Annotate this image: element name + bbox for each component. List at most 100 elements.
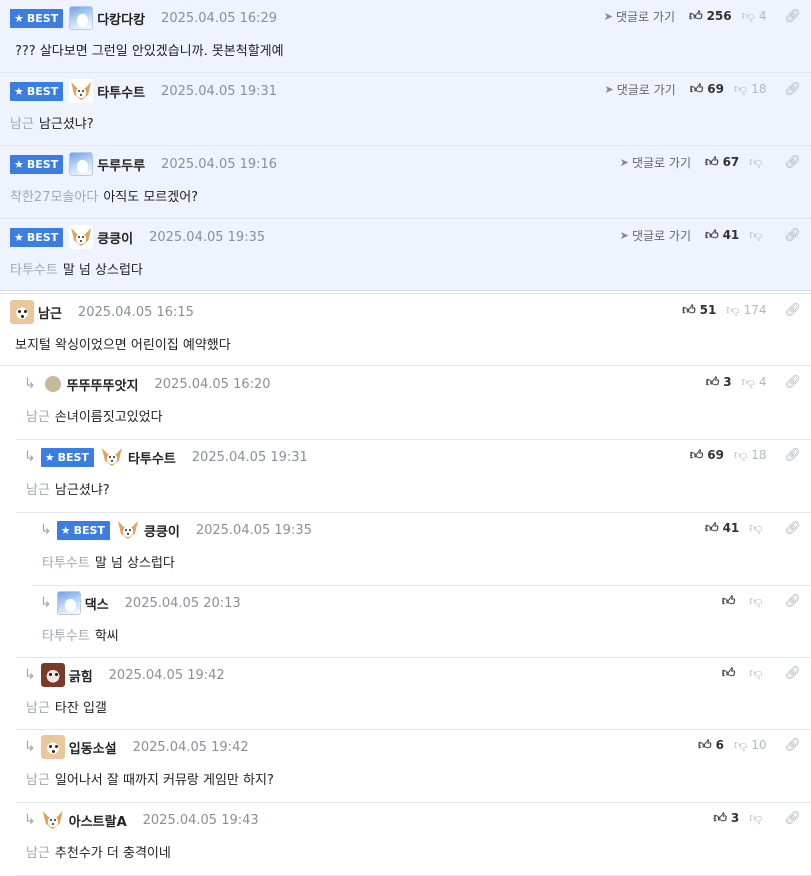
author-name[interactable]: 댁스: [85, 594, 109, 613]
author-name[interactable]: 긁힘: [69, 666, 93, 685]
mention-target[interactable]: 타투수트: [42, 629, 90, 644]
link-icon[interactable]: 🔗︎: [784, 811, 801, 826]
avatar[interactable]: [69, 79, 94, 103]
reply-arrow-icon: ↳: [24, 376, 36, 392]
goto-comment-link[interactable]: ➤ 댓글로 가기: [620, 227, 691, 244]
downvote-button[interactable]: 👎︎: [749, 522, 766, 535]
downvote-button[interactable]: 👎︎ 174: [726, 303, 766, 317]
goto-comment-link[interactable]: ➤ 댓글로 가기: [620, 154, 691, 171]
upvote-button[interactable]: 👍︎ 3: [706, 375, 732, 389]
avatar[interactable]: [69, 152, 94, 176]
mention-target[interactable]: 남근: [26, 773, 50, 788]
upvote-button[interactable]: 👍︎ 41: [705, 521, 739, 535]
author-name[interactable]: 타투수트: [97, 82, 145, 101]
thumbs-up-icon: 👍︎: [721, 593, 736, 609]
author-name[interactable]: 뚜뚜뚜뚜앗지: [67, 375, 139, 394]
author-name[interactable]: 타투수트: [128, 448, 176, 467]
downvote-button[interactable]: 👎︎ 18: [734, 82, 766, 96]
comment-header: ↳ 뚜뚜뚜뚜앗지 2025.04.05 16:20: [24, 374, 271, 394]
comment-body: 남근 일어나서 잘 때까지 커뮤랑 게임만 하지?: [26, 769, 274, 788]
downvote-button[interactable]: 👎︎ 18: [734, 448, 766, 462]
avatar[interactable]: [10, 300, 34, 324]
link-icon[interactable]: 🔗︎: [784, 448, 801, 463]
comment-body: 남근 남근셨냐?: [26, 479, 110, 498]
mention-target[interactable]: 타투수트: [10, 263, 58, 278]
upvote-button[interactable]: 👍︎ 6: [698, 738, 724, 752]
mention-target[interactable]: 남근: [26, 846, 50, 861]
star-icon: ★: [14, 11, 24, 25]
link-icon[interactable]: 🔗︎: [784, 9, 801, 24]
comment-actions: 👍︎ 6 👎︎ 10 🔗︎: [698, 737, 801, 753]
upvote-button[interactable]: 👍︎ 51: [682, 303, 716, 317]
send-arrow-icon: ➤: [619, 155, 629, 169]
downvote-button[interactable]: 👎︎: [749, 595, 766, 608]
best-badge: ★ BEST: [56, 520, 110, 540]
downvote-button[interactable]: 👎︎ 10: [734, 738, 766, 752]
mention-target[interactable]: 남근: [26, 410, 50, 425]
upvote-count: 67: [722, 155, 740, 169]
link-icon[interactable]: 🔗︎: [784, 228, 801, 243]
mention-target[interactable]: 타투수트: [42, 556, 90, 571]
upvote-count: 3: [730, 811, 740, 825]
avatar[interactable]: [69, 6, 94, 30]
comment-list: 남근 2025.04.05 16:15 👍︎ 51 👎︎ 174 🔗︎ 보지털 왁싱이었으면 …: [0, 294, 811, 876]
link-icon[interactable]: 🔗︎: [784, 666, 801, 681]
author-name[interactable]: 남근: [38, 303, 62, 322]
comment-text: 보지털 왁싱이었으면 어린이집 예약했다: [15, 338, 231, 353]
best-comment-row: ★ BEST 킁킁이 2025.04.05 19:35 ➤ 댓글로 가기 👍︎ 41 👎︎ 🔗︎ 타…: [0, 219, 811, 291]
thumbs-down-icon: 👎︎: [749, 810, 763, 826]
avatar[interactable]: [40, 735, 65, 759]
star-icon: ★: [44, 450, 55, 464]
comment-actions: ➤ 댓글로 가기 👍︎ 69 👎︎ 18 🔗︎: [604, 81, 801, 97]
downvote-count: 18: [751, 448, 767, 462]
author-name[interactable]: 킁킁이: [97, 228, 133, 247]
avatar[interactable]: [40, 663, 65, 687]
downvote-button[interactable]: 👎︎: [749, 229, 766, 242]
upvote-button[interactable]: 👍︎: [722, 595, 740, 608]
avatar[interactable]: [44, 376, 61, 392]
avatar[interactable]: [115, 518, 140, 542]
author-name[interactable]: 킁킁이: [144, 521, 180, 540]
comment-header: ↳ ★ BEST 킁킁이 2025.04.05 19:35: [40, 518, 312, 542]
author-name[interactable]: 입동소설: [69, 738, 117, 757]
mention-target[interactable]: 남근: [10, 117, 34, 132]
link-icon[interactable]: 🔗︎: [784, 155, 801, 170]
avatar[interactable]: [56, 591, 81, 615]
mention-target[interactable]: 남근: [26, 701, 50, 716]
goto-comment-label: 댓글로 가기: [631, 228, 691, 243]
author-name[interactable]: 다캉다캉: [97, 9, 145, 28]
upvote-count: 3: [723, 375, 732, 389]
comment-text: ??? 살다보면 그런일 안있겠습니까. 못본척할게예: [15, 44, 284, 59]
goto-comment-link[interactable]: ➤ 댓글로 가기: [604, 8, 675, 25]
upvote-button[interactable]: 👍︎: [722, 667, 740, 680]
downvote-button[interactable]: 👎︎ 4: [742, 375, 767, 389]
link-icon[interactable]: 🔗︎: [784, 375, 801, 390]
link-icon[interactable]: 🔗︎: [784, 303, 801, 318]
upvote-button[interactable]: 👍︎ 41: [705, 228, 739, 242]
mention-target[interactable]: 착한27모솔아다: [10, 190, 98, 205]
comment-body: 남근 남근셨냐?: [10, 113, 94, 132]
upvote-button[interactable]: 👍︎ 3: [713, 811, 739, 825]
downvote-button[interactable]: 👎︎: [749, 667, 766, 680]
link-icon[interactable]: 🔗︎: [784, 738, 801, 753]
avatar[interactable]: [40, 808, 65, 832]
link-icon[interactable]: 🔗︎: [784, 82, 801, 97]
avatar[interactable]: [69, 225, 94, 249]
link-icon[interactable]: 🔗︎: [784, 521, 801, 536]
author-name[interactable]: 두루두루: [97, 155, 145, 174]
upvote-button[interactable]: 👍︎ 69: [690, 448, 724, 462]
link-icon[interactable]: 🔗︎: [784, 594, 801, 609]
thumbs-up-icon: 👍︎: [704, 227, 719, 243]
goto-comment-link[interactable]: ➤ 댓글로 가기: [604, 81, 675, 98]
upvote-button[interactable]: 👍︎ 67: [705, 155, 739, 169]
upvote-button[interactable]: 👍︎ 256: [689, 9, 732, 23]
author-name[interactable]: 아스트랄A: [69, 811, 127, 830]
downvote-button[interactable]: 👎︎: [749, 156, 766, 169]
send-arrow-icon: ➤: [604, 82, 614, 96]
mention-target[interactable]: 남근: [26, 483, 50, 498]
avatar[interactable]: [99, 445, 124, 469]
upvote-button[interactable]: 👍︎ 69: [690, 82, 724, 96]
downvote-button[interactable]: 👎︎: [749, 812, 766, 825]
best-comment-row: ★ BEST 타투수트 2025.04.05 19:31 ➤ 댓글로 가기 👍︎ 69 👎︎ 18…: [0, 73, 811, 146]
downvote-button[interactable]: 👎︎ 4: [742, 9, 767, 23]
